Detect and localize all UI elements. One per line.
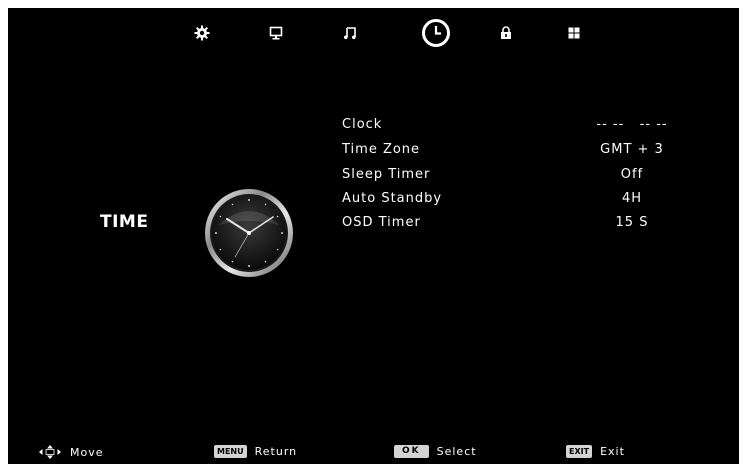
grid-icon bbox=[568, 27, 580, 39]
analog-clock-icon bbox=[205, 189, 293, 277]
menu-item-label: Clock bbox=[342, 117, 383, 132]
hint-exit: EXIT Exit bbox=[566, 445, 625, 458]
menu-key-badge: MENU bbox=[214, 445, 247, 458]
navigation-arrows-icon bbox=[39, 445, 61, 459]
hint-select-label: Select bbox=[436, 445, 477, 458]
menu-item-value: Off bbox=[620, 167, 644, 182]
menu-item-sleep-timer[interactable]: Sleep Timer Off bbox=[342, 165, 682, 185]
footer-hints: Move MENU Return OK Select EXIT Exit bbox=[8, 442, 739, 464]
menu-item-value: 4H bbox=[621, 191, 643, 206]
menu-item-value: GMT + 3 bbox=[600, 142, 664, 157]
menu-item-label: Time Zone bbox=[342, 142, 421, 157]
menu-item-label: Auto Standby bbox=[342, 191, 443, 206]
hint-exit-label: Exit bbox=[600, 445, 625, 458]
gear-icon bbox=[194, 25, 210, 41]
tab-screen[interactable] bbox=[264, 21, 288, 45]
clock-icon bbox=[422, 19, 450, 47]
padlock-icon bbox=[501, 26, 511, 39]
menu-item-value: -- -- -- -- bbox=[596, 117, 668, 132]
menu-item-label: Sleep Timer bbox=[342, 167, 431, 182]
menu-item-osd-timer[interactable]: OSD Timer 15 S bbox=[342, 213, 682, 233]
hint-select: OK Select bbox=[394, 445, 477, 458]
tab-time[interactable] bbox=[419, 16, 453, 50]
menu-item-time-zone[interactable]: Time Zone GMT + 3 bbox=[342, 140, 682, 160]
monitor-icon bbox=[269, 26, 283, 40]
menu-item-clock[interactable]: Clock -- -- -- -- bbox=[342, 115, 682, 135]
tab-lock[interactable] bbox=[494, 21, 518, 45]
tab-picture[interactable] bbox=[190, 21, 214, 45]
menu-item-value: 15 S bbox=[615, 215, 649, 230]
hint-move-label: Move bbox=[70, 445, 104, 459]
menu-item-label: OSD Timer bbox=[342, 215, 421, 230]
tab-setup[interactable] bbox=[562, 21, 586, 45]
tab-sound[interactable] bbox=[338, 21, 362, 45]
hint-move: Move bbox=[38, 445, 104, 459]
exit-key-badge: EXIT bbox=[566, 445, 593, 458]
hint-return-label: Return bbox=[254, 445, 298, 458]
hint-return: MENU Return bbox=[214, 445, 297, 458]
section-title: TIME bbox=[100, 212, 149, 232]
ok-key-badge: OK bbox=[394, 445, 429, 458]
music-note-icon bbox=[344, 27, 356, 40]
tv-osd-screen: TIME Clock -- -- -- -- Time Zone GMT + 3… bbox=[8, 8, 739, 464]
menu-item-auto-standby[interactable]: Auto Standby 4H bbox=[342, 189, 682, 209]
